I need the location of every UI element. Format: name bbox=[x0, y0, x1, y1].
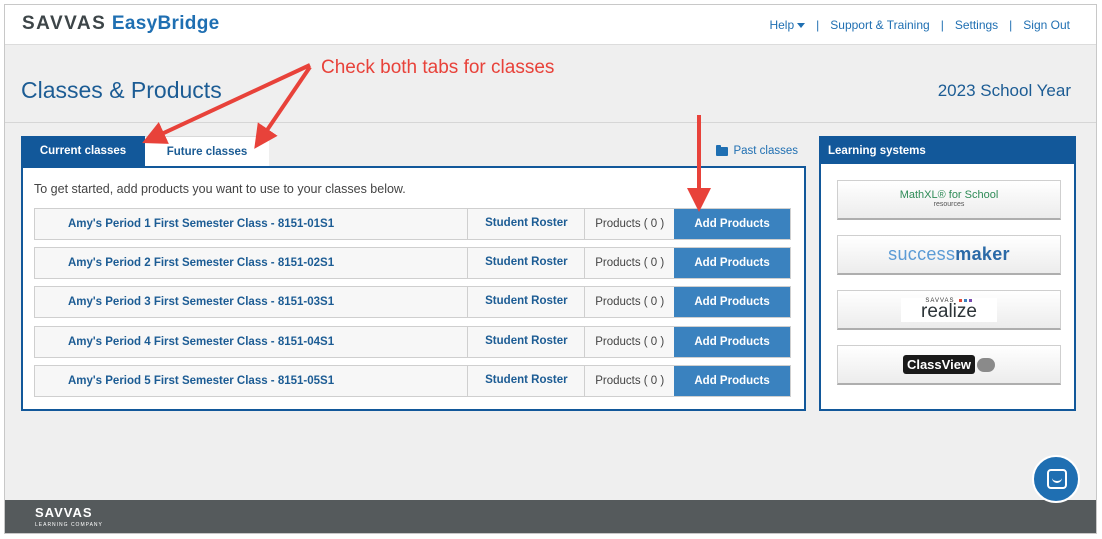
annotation-arrows bbox=[142, 63, 711, 212]
app-window: SAVVAS EasyBridge Help | Support & Train… bbox=[4, 4, 1097, 534]
